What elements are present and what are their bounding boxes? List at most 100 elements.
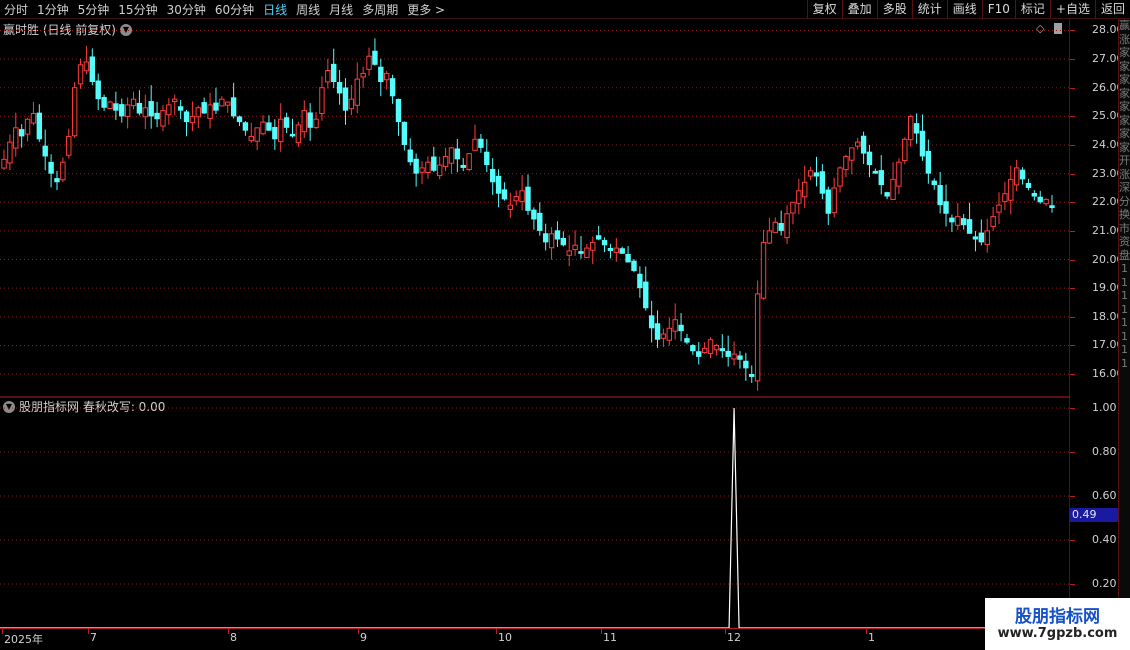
candle-body-down (119, 104, 125, 117)
side-strip-char: 1 (1121, 356, 1128, 370)
side-strip-char: 盘 (1119, 248, 1130, 262)
side-strip-char: 市 (1119, 221, 1130, 235)
indicator-tick-label: 0.40 (1092, 533, 1117, 546)
candle-body-down (272, 127, 278, 140)
candle-body-down (201, 102, 207, 114)
candle-body-down (236, 116, 243, 123)
date-tick-mark (601, 629, 602, 634)
candle-body-up (902, 138, 908, 162)
candle-body-up (172, 98, 178, 103)
candle-body-up (124, 104, 131, 117)
candle-body-down (749, 373, 755, 377)
candle-body-down (342, 87, 349, 111)
date-tick-label: 10 (498, 631, 512, 644)
candle-body-down (1019, 169, 1026, 180)
candle-body-up (896, 161, 902, 187)
candle-body-up (613, 247, 620, 253)
date-tick-mark (2, 629, 3, 634)
candle-body-up (837, 167, 843, 187)
candle-body-up (248, 135, 254, 142)
candle-body-up (166, 104, 172, 116)
date-tick-label: 8 (230, 631, 237, 644)
side-strip-char: 家 (1119, 140, 1130, 154)
candle-body-up (360, 72, 366, 78)
candle-body-up (955, 216, 961, 226)
candle-body-up (313, 118, 319, 128)
date-tick-mark (358, 629, 359, 634)
candle-body-up (325, 70, 331, 83)
candle-body-down (601, 240, 608, 246)
indicator-tick-label: 0.20 (1092, 577, 1117, 590)
candle-body-up (731, 353, 737, 360)
candle-body-up (849, 147, 855, 161)
candle-body-up (802, 181, 808, 198)
candle-body-up (442, 155, 449, 167)
candle-body-down (230, 97, 237, 117)
candle-body-down (336, 82, 343, 94)
candle-body-down (860, 135, 867, 154)
candle-body-down (725, 350, 731, 357)
side-strip-char: 1 (1121, 316, 1128, 329)
candle-body-down (872, 170, 879, 174)
side-strip-char: 开 (1119, 154, 1130, 167)
candle-body-up (996, 204, 1002, 213)
candle-body-down (148, 101, 154, 117)
candle-body-down (654, 323, 661, 340)
candle-body-up (7, 141, 13, 164)
price-tick-mark (1070, 202, 1075, 204)
candle-body-down (1031, 192, 1038, 197)
candle-body-up (843, 155, 849, 171)
indicator-tick-label: 0.60 (1092, 489, 1117, 502)
candle-body-up (660, 333, 667, 339)
candle-body-down (395, 98, 402, 123)
candle-body-up (1002, 193, 1008, 203)
date-tick-mark (866, 629, 867, 634)
price-tick-mark (1070, 345, 1075, 347)
price-tick-mark (1070, 316, 1075, 318)
tool-button-8[interactable]: 返回 (1094, 0, 1130, 19)
candle-body-up (66, 135, 72, 156)
candle-body-up (519, 190, 525, 202)
side-strip-char: 1 (1121, 275, 1128, 289)
candle-body-up (419, 167, 425, 173)
candle-body-down (560, 237, 567, 246)
candle-body-up (207, 104, 213, 119)
candle-body-up (448, 147, 455, 164)
candle-body-up (160, 110, 166, 127)
candle-body-up (1, 158, 7, 169)
date-tick-label: 1 (868, 631, 875, 644)
candle-body-up (436, 164, 443, 177)
price-tick-mark (1070, 259, 1075, 261)
indicator-tick-label: 1.00 (1092, 401, 1117, 414)
candle-body-down (389, 78, 396, 97)
indicator-tick-label: 0.80 (1092, 445, 1117, 458)
date-tick-label: 2025年 (4, 633, 43, 646)
candle-body-down (696, 351, 702, 357)
price-axis: 16.00 17.00 18.00 19.00 20.00 21.00 22.00 23.00… (1070, 19, 1124, 397)
candle-body-up (907, 115, 914, 141)
side-strip-char: 赢 (1119, 19, 1130, 32)
candle-body-down (213, 102, 219, 111)
candle-body-up (366, 55, 372, 70)
candle-body-down (978, 232, 985, 243)
candle-body-down (495, 175, 502, 194)
chart-area[interactable] (0, 0, 1070, 628)
candle-body-down (607, 247, 614, 251)
candle-body-down (531, 209, 537, 220)
candle-body-down (501, 189, 508, 200)
candle-body-down (289, 133, 296, 137)
candle-body-down (595, 235, 602, 240)
candle-body-up (701, 347, 708, 354)
candle-body-down (684, 338, 690, 343)
candle-body-up (796, 190, 802, 204)
candle-body-up (30, 113, 37, 124)
candle-body-down (136, 102, 143, 114)
candle-body-up (278, 118, 284, 143)
candle-body-down (719, 348, 725, 352)
side-strip-char: 家 (1119, 86, 1130, 100)
price-tick-mark (1070, 230, 1075, 232)
candle-body-up (807, 170, 814, 177)
date-tick-label: 11 (603, 631, 617, 644)
candle-body-up (566, 250, 572, 256)
candle-body-up (354, 78, 360, 106)
